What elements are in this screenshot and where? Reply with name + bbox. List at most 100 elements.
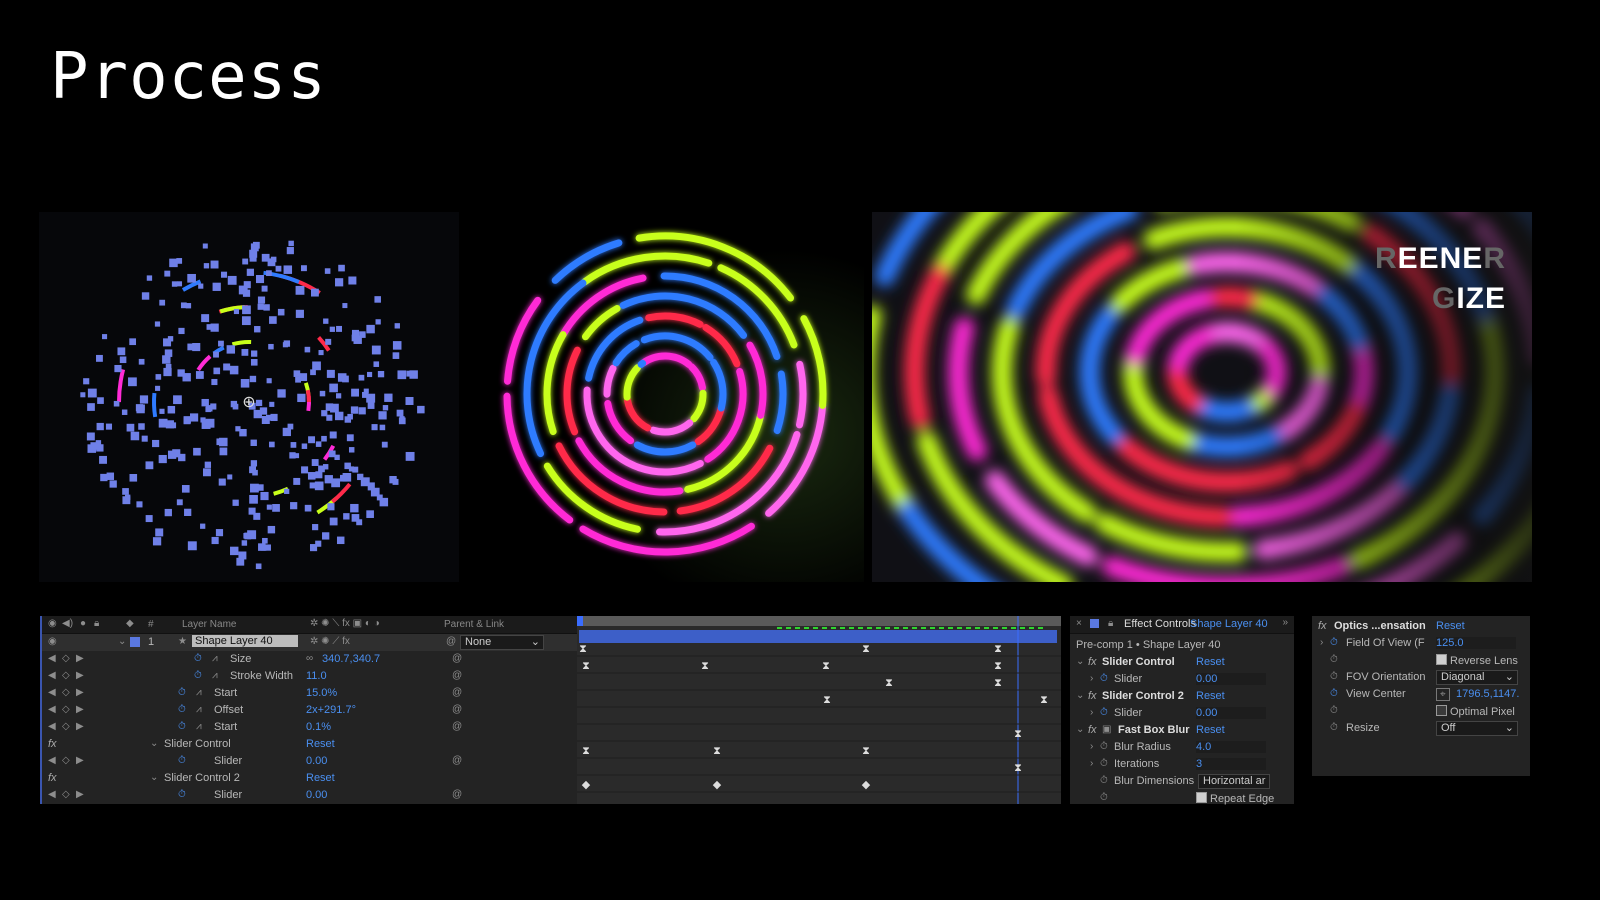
property-value[interactable]: Reset: [306, 738, 335, 750]
chevron-right-icon[interactable]: ›: [1090, 707, 1093, 718]
property-value[interactable]: 2x+291.7°: [306, 704, 356, 716]
layer-name[interactable]: Shape Layer 40: [192, 635, 298, 647]
property-row[interactable]: ◀ ◇ ▶ ⏱ ⩘ @ Start 0.1%: [42, 719, 579, 736]
expression-pickwhip-icon[interactable]: @: [452, 653, 462, 664]
expression-pickwhip-icon[interactable]: @: [452, 755, 462, 766]
prev-keyframe-icon[interactable]: ◀: [48, 755, 56, 766]
keyframe-marker[interactable]: ◆: [862, 779, 871, 791]
graph-icon[interactable]: ⩘: [196, 687, 202, 698]
effect-controls-title[interactable]: Effect Controls: [1124, 618, 1196, 630]
keyframe-marker[interactable]: ⧗: [579, 643, 587, 655]
column-parent-link[interactable]: Parent & Link: [444, 619, 504, 630]
add-keyframe-icon[interactable]: ◇: [62, 721, 70, 732]
keyframe-marker[interactable]: ⧗: [885, 677, 893, 689]
close-icon[interactable]: ×: [1076, 618, 1082, 629]
chevron-right-icon[interactable]: ›: [1320, 637, 1323, 648]
keyframe-marker[interactable]: ◆: [713, 779, 722, 791]
effect-row[interactable]: ⌄ fx Slider Control 2 Reset: [1070, 688, 1294, 705]
keyframe-marker[interactable]: ⧗: [582, 660, 590, 672]
next-keyframe-icon[interactable]: ▶: [76, 789, 84, 800]
property-row[interactable]: ◀ ◇ ▶ ⏱ ⩘ @ Offset 2x+291.7°: [42, 702, 579, 719]
audio-icon[interactable]: ◀): [62, 618, 73, 629]
stopwatch-icon[interactable]: ⏱: [1330, 705, 1338, 716]
effect-row[interactable]: ⌄ fx ▣ Fast Box Blur Reset: [1070, 722, 1294, 739]
stopwatch-icon[interactable]: ⏱: [178, 687, 186, 698]
timeline-keyframe-area[interactable]: ⧗ ⧗ ⧗ ⧗ ⧗ ⧗ ⧗ ⧗ ⧗ ⧗ ⧗ ⧗ ⧗ ⧗ ⧗ ⧗ ◆ ◆ ◆: [577, 616, 1061, 804]
column-layer-name[interactable]: Layer Name: [182, 619, 236, 630]
property-value[interactable]: 340.7,340.7: [322, 653, 380, 665]
keyframe-graph[interactable]: ⧗ ⧗ ⧗ ⧗ ⧗ ⧗ ⧗ ⧗ ⧗ ⧗ ⧗ ⧗ ⧗ ⧗ ⧗ ⧗ ◆ ◆ ◆: [577, 616, 1061, 804]
add-keyframe-icon[interactable]: ◇: [62, 789, 70, 800]
anchor-point-icon[interactable]: ⊕: [242, 392, 255, 411]
next-keyframe-icon[interactable]: ▶: [76, 704, 84, 715]
property-value[interactable]: 0.1%: [306, 721, 331, 733]
property-value[interactable]: 11.0: [306, 670, 327, 682]
next-keyframe-icon[interactable]: ▶: [76, 721, 84, 732]
graph-icon[interactable]: ⩘: [212, 670, 218, 681]
keyframe-marker[interactable]: ⧗: [1040, 694, 1048, 706]
next-keyframe-icon[interactable]: ▶: [76, 755, 84, 766]
time-ruler[interactable]: [577, 616, 1061, 626]
keyframe-marker[interactable]: ⧗: [994, 677, 1002, 689]
chevron-right-icon[interactable]: ›: [1090, 758, 1093, 769]
keyframe-marker[interactable]: ⧗: [1014, 728, 1022, 740]
chevron-down-icon[interactable]: ⌄: [150, 738, 158, 749]
stopwatch-icon[interactable]: ⏱: [1330, 688, 1338, 699]
property-row[interactable]: ◀ ◇ ▶ ⏱ @ Slider 0.00: [42, 787, 579, 804]
effect-controls-layer[interactable]: Shape Layer 40: [1190, 618, 1268, 630]
stopwatch-icon[interactable]: ⏱: [178, 789, 186, 800]
effect-param-value[interactable]: 0.00: [1196, 673, 1266, 685]
stopwatch-icon[interactable]: ⏱: [178, 721, 186, 732]
effect-row[interactable]: ⏱ Blur Dimensions Horizontal ar: [1070, 773, 1294, 790]
label-color-swatch[interactable]: [130, 637, 140, 647]
lock-icon[interactable]: 🔒︎: [94, 618, 99, 629]
property-value[interactable]: Reset: [306, 772, 335, 784]
stopwatch-icon[interactable]: ⏱: [194, 670, 202, 681]
property-row[interactable]: ◀ ◇ ▶ ⏱ ⩘ @ Start 15.0%: [42, 685, 579, 702]
effect-row[interactable]: › ⏱ Slider 0.00: [1070, 705, 1294, 722]
property-value[interactable]: 15.0%: [306, 687, 337, 699]
effect-reset-button[interactable]: Reset: [1196, 724, 1225, 736]
expression-pickwhip-icon[interactable]: @: [452, 670, 462, 681]
work-area-start[interactable]: [577, 616, 583, 626]
keyframe-marker[interactable]: ⧗: [713, 745, 721, 757]
field-of-view-value[interactable]: 125.0: [1436, 637, 1516, 649]
prev-keyframe-icon[interactable]: ◀: [48, 789, 56, 800]
add-keyframe-icon[interactable]: ◇: [62, 670, 70, 681]
stopwatch-icon[interactable]: ⏱: [1100, 707, 1108, 718]
expression-pickwhip-icon[interactable]: @: [452, 687, 462, 698]
property-row[interactable]: fx ⌄ Slider Control Reset: [42, 736, 579, 753]
property-value[interactable]: 0.00: [306, 789, 327, 801]
property-row[interactable]: ◀ ◇ ▶ ⏱ ⩘ @ Size ∞ 340.7,340.7: [42, 651, 579, 668]
layer-duration-bar[interactable]: [579, 630, 1057, 643]
chevron-right-icon[interactable]: ›: [1090, 673, 1093, 684]
label-tag-icon[interactable]: ◆: [126, 618, 134, 629]
prev-keyframe-icon[interactable]: ◀: [48, 670, 56, 681]
add-keyframe-icon[interactable]: ◇: [62, 704, 70, 715]
blur-dimensions-select[interactable]: Horizontal ar: [1198, 774, 1270, 789]
keyframe-marker[interactable]: ⧗: [582, 745, 590, 757]
stopwatch-icon[interactable]: ⏱: [1100, 775, 1108, 786]
property-row[interactable]: ◀ ◇ ▶ ⏱ @ Slider 0.00: [42, 753, 579, 770]
solo-icon[interactable]: ●: [80, 618, 86, 629]
stopwatch-icon[interactable]: ⏱: [1330, 671, 1338, 682]
resize-select[interactable]: Off ⌄: [1436, 721, 1518, 736]
stopwatch-icon[interactable]: ⏱: [178, 755, 186, 766]
stopwatch-icon[interactable]: ⏱: [1330, 637, 1338, 648]
graph-icon[interactable]: ⩘: [212, 653, 218, 664]
effect-row[interactable]: ⏱ Repeat Edge: [1070, 790, 1294, 807]
effect-param-value[interactable]: 0.00: [1196, 707, 1266, 719]
parent-select[interactable]: None ⌄: [460, 635, 544, 650]
chevron-down-icon[interactable]: ⌄: [150, 772, 158, 783]
effect-row[interactable]: › ⏱ Blur Radius 4.0: [1070, 739, 1294, 756]
link-icon[interactable]: ∞: [306, 653, 313, 664]
keyframe-marker[interactable]: ⧗: [862, 643, 870, 655]
stopwatch-icon[interactable]: ⏱: [194, 653, 202, 664]
expression-pickwhip-icon[interactable]: @: [452, 704, 462, 715]
optimal-pixel-checkbox[interactable]: Optimal Pixel: [1436, 705, 1515, 718]
keyframe-marker[interactable]: ◆: [582, 779, 591, 791]
repeat-edge-checkbox[interactable]: Repeat Edge: [1196, 792, 1274, 805]
keyframe-marker[interactable]: ⧗: [1014, 762, 1022, 774]
stopwatch-icon[interactable]: ⏱: [1100, 673, 1108, 684]
keyframe-marker[interactable]: ⧗: [823, 694, 831, 706]
